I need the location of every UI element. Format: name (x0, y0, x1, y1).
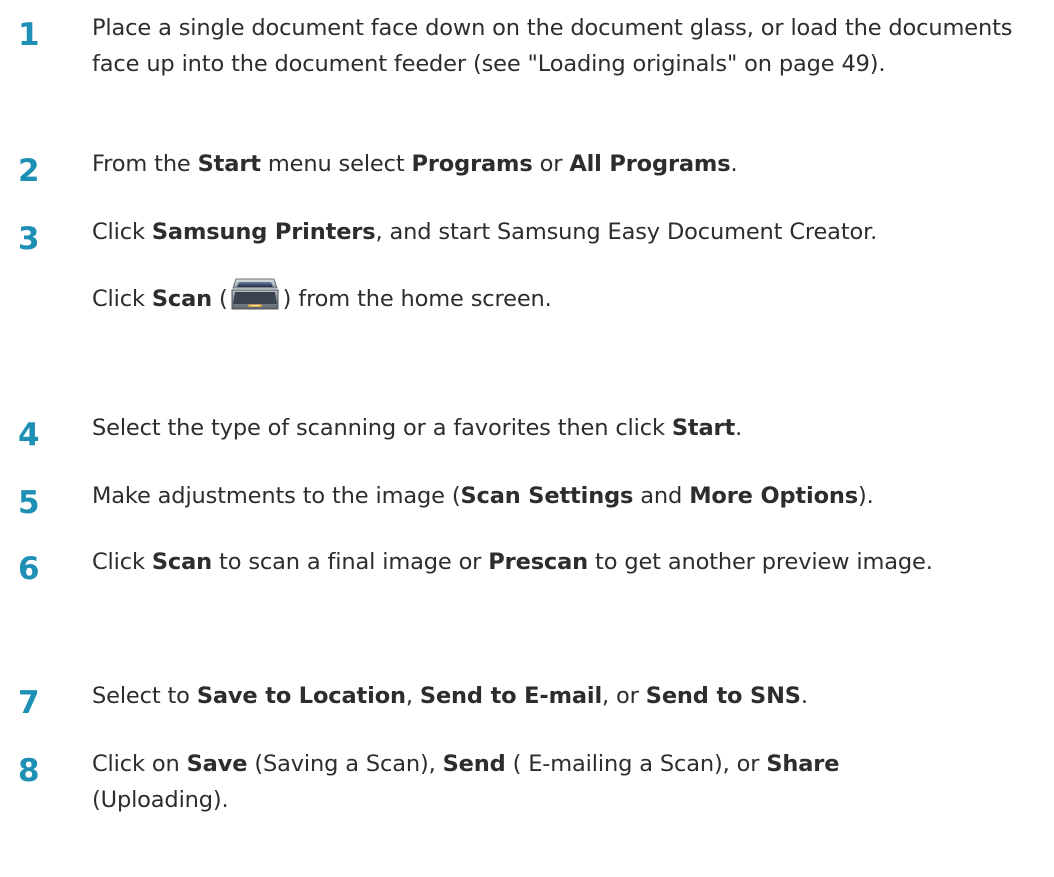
share-ref: Share (766, 751, 840, 777)
text-segment: , (405, 683, 420, 709)
text-segment: . (800, 683, 808, 709)
step-text: From the Start menu select Programs or A… (92, 146, 1044, 182)
text-segment: Click (92, 219, 152, 245)
text-segment: or (532, 151, 570, 177)
prescan-ref: Prescan (488, 549, 589, 575)
more-options-ref: More Options (689, 483, 858, 509)
text-segment: ( (212, 286, 228, 312)
text-segment: menu select (260, 151, 412, 177)
step-number: 7 (18, 685, 40, 721)
step-text: Place a single document face down on the… (92, 10, 1044, 82)
text-segment: . (735, 415, 743, 441)
step-number: 3 (18, 221, 40, 257)
text-segment: (Saving a Scan), (247, 751, 443, 777)
text-segment: . (730, 151, 738, 177)
save-to-location-ref: Save to Location (196, 683, 406, 709)
scan-ref: Scan (151, 549, 213, 575)
step-number: 5 (18, 485, 40, 521)
step-number: 8 (18, 753, 40, 789)
send-to-email-ref: Send to E-mail (419, 683, 603, 709)
step-text: Select the type of scanning or a favorit… (92, 410, 1044, 446)
step-text: Click Samsung Printers, and start Samsun… (92, 214, 1044, 250)
text-segment: Make adjustments to the image ( (92, 483, 461, 509)
start-ref: Start (671, 415, 736, 441)
text-segment: ( E-mailing a Scan), or (505, 751, 767, 777)
scan-ref: Scan (151, 286, 213, 312)
text-segment: and (633, 483, 690, 509)
text-segment: ). (858, 483, 874, 509)
text-segment: From the (92, 151, 198, 177)
step-number: 1 (18, 17, 40, 53)
text-segment: Select to (92, 683, 197, 709)
text-segment: Click (92, 286, 152, 312)
step-text: Click on Save (Saving a Scan), Send ( E-… (92, 746, 972, 818)
scan-settings-ref: Scan Settings (460, 483, 634, 509)
step-text: Click Scan to scan a final image or Pres… (92, 544, 972, 580)
text-segment: , and start Samsung Easy Document Creato… (375, 219, 878, 245)
step-text: Make adjustments to the image (Scan Sett… (92, 478, 1044, 514)
step-number: 4 (18, 417, 40, 453)
step-text-content: Place a single document face down on the… (92, 15, 1013, 77)
save-ref: Save (186, 751, 248, 777)
step-text: Select to Save to Location, Send to E-ma… (92, 678, 1044, 714)
text-segment: ) from the home screen. (282, 286, 552, 312)
text-segment: to get another preview image. (588, 549, 933, 575)
step-number: 2 (18, 153, 40, 189)
text-segment: to scan a final image or (212, 549, 489, 575)
samsung-printers-ref: Samsung Printers (151, 219, 376, 245)
text-segment: Select the type of scanning or a favorit… (92, 415, 672, 441)
text-segment: , or (602, 683, 646, 709)
all-programs-ref: All Programs (569, 151, 731, 177)
step-subtext: Click Scan () from the home screen. (92, 276, 1044, 317)
send-ref: Send (442, 751, 506, 777)
text-segment: (Uploading). (92, 787, 229, 813)
start-menu-ref: Start (197, 151, 261, 177)
send-to-sns-ref: Send to SNS (645, 683, 801, 709)
scanner-icon (231, 278, 279, 310)
text-segment: Click on (92, 751, 187, 777)
programs-ref: Programs (411, 151, 533, 177)
step-number: 6 (18, 551, 40, 587)
text-segment: Click (92, 549, 152, 575)
